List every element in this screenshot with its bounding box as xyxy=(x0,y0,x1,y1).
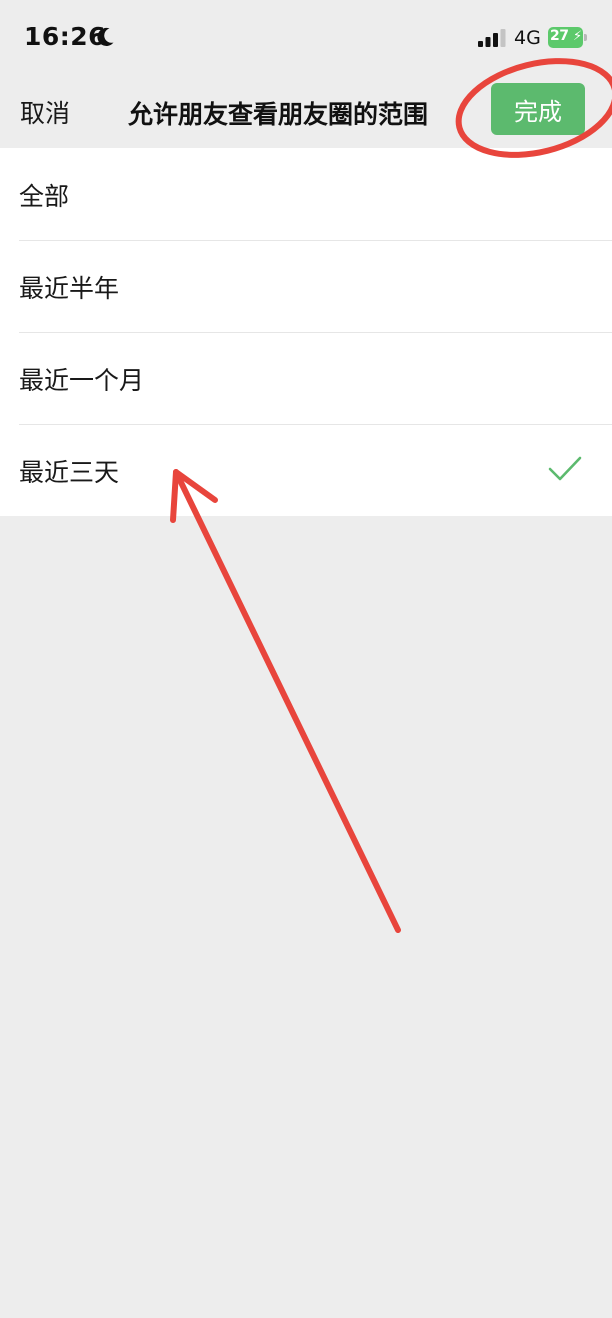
checkmark-icon xyxy=(548,456,582,481)
battery-body: 27 ⚡ xyxy=(548,27,583,48)
option-half-year[interactable]: 最近半年 xyxy=(0,240,612,332)
network-label: 4G xyxy=(514,27,541,49)
battery-icon: 27 ⚡ xyxy=(548,27,588,48)
option-label: 最近一个月 xyxy=(19,366,145,395)
visibility-range-list: 全部 最近半年 最近一个月 最近三天 xyxy=(0,148,612,516)
option-label: 最近三天 xyxy=(19,458,120,487)
page-title: 允许朋友查看朋友圈的范围 xyxy=(128,100,429,129)
screen: 16:26 4G 27 ⚡ 取消 允许朋友查看朋友圈的范围 完成 全部 最近半年… xyxy=(0,0,612,1318)
battery-level: 27 xyxy=(550,28,569,44)
option-all[interactable]: 全部 xyxy=(0,148,612,240)
option-label: 最近半年 xyxy=(19,274,120,303)
moon-icon xyxy=(97,27,114,46)
option-three-days[interactable]: 最近三天 xyxy=(0,424,612,516)
charging-bolt-icon: ⚡ xyxy=(573,29,583,44)
annotation-arrow-shaft xyxy=(173,469,401,933)
status-bar: 16:26 4G 27 ⚡ xyxy=(0,0,612,76)
signal-icon xyxy=(478,29,506,47)
cancel-button[interactable]: 取消 xyxy=(20,94,70,130)
option-label: 全部 xyxy=(19,182,70,211)
done-button[interactable]: 完成 xyxy=(491,83,585,135)
battery-cap xyxy=(584,34,587,41)
option-one-month[interactable]: 最近一个月 xyxy=(0,332,612,424)
nav-bar: 取消 允许朋友查看朋友圈的范围 完成 xyxy=(0,76,612,148)
